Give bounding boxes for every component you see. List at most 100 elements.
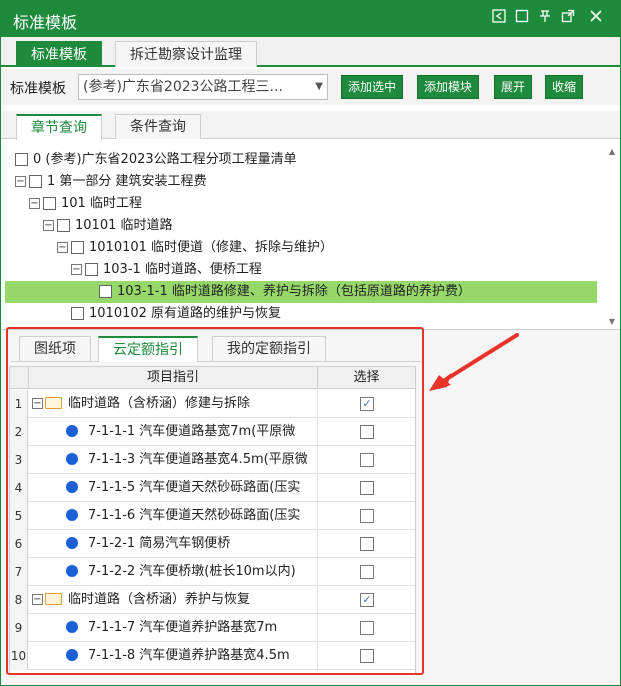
popout-icon[interactable] xyxy=(558,9,578,29)
select-checkbox[interactable] xyxy=(360,453,374,467)
tree-checkbox[interactable] xyxy=(57,219,70,232)
tab-cloud-quota-guide[interactable]: 云定额指引 xyxy=(98,336,198,362)
row-cell-item: 7-1-1-1 汽车便道路基宽7m(平原微 xyxy=(28,418,317,446)
collapse-icon[interactable]: − xyxy=(43,220,54,231)
collapse-icon[interactable]: − xyxy=(29,198,40,209)
tree-node[interactable]: − 101 临时工程 xyxy=(29,193,142,215)
quota-bullet-icon xyxy=(66,536,78,549)
tab-standard-template[interactable]: 标准模板 xyxy=(16,41,102,67)
tree-checkbox[interactable] xyxy=(29,175,42,188)
select-checkbox[interactable] xyxy=(360,481,374,495)
tree-node[interactable]: − 103-1 临时道路、便桥工程 xyxy=(71,259,262,281)
table-row[interactable]: 3 7-1-1-3 汽车便道路基宽4.5m(平原微 xyxy=(10,446,415,474)
table-row[interactable]: 10 7-1-1-8 汽车便道养护路基宽4.5m xyxy=(10,642,415,670)
window-title: 标准模板 xyxy=(13,13,78,32)
maximize-icon[interactable] xyxy=(512,9,532,29)
scroll-up-icon[interactable]: ▲ xyxy=(606,147,618,157)
table-row[interactable]: 2 7-1-1-1 汽车便道路基宽7m(平原微 xyxy=(10,418,415,446)
row-number: 6 xyxy=(10,530,28,558)
table-row[interactable]: 1 − 临时道路（含桥涵）修建与拆除 ✓ xyxy=(10,390,415,418)
toolbar: 标准模板 (参考)广东省2023公路工程三... ▼ 添加选中 添加模块 展开 … xyxy=(1,69,620,105)
expand-button[interactable]: 展开 xyxy=(494,75,533,99)
tab-chapter-query[interactable]: 章节查询 xyxy=(16,114,102,140)
template-label: 标准模板 xyxy=(10,81,66,97)
tree-scrollbar[interactable]: ▲ ▼ xyxy=(606,147,618,327)
tree-node[interactable]: − 1 第一部分 建筑安装工程费 xyxy=(15,171,207,193)
select-checkbox[interactable] xyxy=(360,425,374,439)
collapse-icon[interactable]: − xyxy=(57,242,68,253)
collapse-icon[interactable]: − xyxy=(32,594,43,605)
row-number: 2 xyxy=(10,418,28,446)
close-icon[interactable] xyxy=(586,9,606,29)
tree-node[interactable]: 0 (参考)广东省2023公路工程分项工程量清单 xyxy=(15,149,297,171)
select-checkbox[interactable] xyxy=(360,565,374,579)
tab-demolition-survey[interactable]: 拆迁勘察设计监理 xyxy=(115,41,257,67)
collapse-icon[interactable]: − xyxy=(71,264,82,275)
row-cell-select xyxy=(317,446,415,474)
add-module-button[interactable]: 添加模块 xyxy=(417,75,480,99)
column-header-select[interactable]: 选择 xyxy=(317,367,415,389)
select-checkbox[interactable] xyxy=(360,509,374,523)
template-select-value: (参考)广东省2023公路工程三... xyxy=(83,79,283,95)
row-cell-item: 7-1-1-5 汽车便道天然砂砾路面(压实 xyxy=(28,474,317,502)
row-cell-item: 7-1-1-7 汽车便道养护路基宽7m xyxy=(28,614,317,642)
table-row[interactable]: 9 7-1-1-7 汽车便道养护路基宽7m xyxy=(10,614,415,642)
row-cell-item: 7-1-1-6 汽车便道天然砂砾路面(压实 xyxy=(28,502,317,530)
tab-drawing-items[interactable]: 图纸项 xyxy=(19,336,91,361)
row-text: 7-1-1-7 汽车便道养护路基宽7m xyxy=(88,620,278,635)
tree-checkbox[interactable] xyxy=(71,241,84,254)
row-text: 7-1-1-3 汽车便道路基宽4.5m(平原微 xyxy=(88,452,308,467)
select-checkbox[interactable]: ✓ xyxy=(360,593,374,607)
tree-node-selected[interactable]: 103-1-1 临时道路修建、养护与拆除（包括原道路的养护费） xyxy=(5,281,597,303)
tree-checkbox[interactable] xyxy=(99,285,112,298)
tab-condition-query[interactable]: 条件查询 xyxy=(115,114,201,139)
tree-checkbox[interactable] xyxy=(85,263,98,276)
tab-my-quota-guide[interactable]: 我的定额指引 xyxy=(212,336,326,361)
dock-icon[interactable] xyxy=(489,9,509,29)
column-header-item[interactable]: 项目指引 xyxy=(28,367,317,389)
row-cell-select xyxy=(317,614,415,642)
table-row[interactable]: 8 − 临时道路（含桥涵）养护与恢复 ✓ xyxy=(10,586,415,614)
tree-checkbox[interactable] xyxy=(43,197,56,210)
row-number: 7 xyxy=(10,558,28,586)
chevron-down-icon: ▼ xyxy=(315,81,323,92)
table-row[interactable]: 5 7-1-1-6 汽车便道天然砂砾路面(压实 xyxy=(10,502,415,530)
pin-icon[interactable] xyxy=(535,9,555,29)
folder-icon xyxy=(45,592,62,605)
scroll-down-icon[interactable]: ▼ xyxy=(606,317,618,327)
add-selected-button[interactable]: 添加选中 xyxy=(341,75,404,99)
tree-node[interactable]: − 1010101 临时便道（修建、拆除与维护） xyxy=(57,237,333,259)
chapter-panel: 章节查询 条件查询 0 (参考)广东省2023公路工程分项工程量清单 −1 第一… xyxy=(1,105,620,327)
tree-node-label: 10101 临时道路 xyxy=(75,218,173,233)
row-cell-item: 7-1-2-2 汽车便桥墩(桩长10m以内) xyxy=(28,558,317,586)
row-text: 7-1-1-5 汽车便道天然砂砾路面(压实 xyxy=(88,480,301,495)
tree-node-label: 1 第一部分 建筑安装工程费 xyxy=(47,174,207,189)
row-number: 1 xyxy=(10,390,28,418)
main-tab-strip: 标准模板 拆迁勘察设计监理 xyxy=(1,37,620,67)
chapter-tab-strip: 章节查询 条件查询 xyxy=(1,111,620,140)
tree-checkbox[interactable] xyxy=(71,307,84,320)
folder-icon xyxy=(45,396,62,409)
collapse-icon[interactable]: − xyxy=(32,398,43,409)
quota-guide-grid: 项目指引 选择 1 − 临时道路（含桥涵）修建与拆除 ✓ 2 7-1-1-1 汽车… xyxy=(9,366,416,674)
tree-checkbox[interactable] xyxy=(15,153,28,166)
select-checkbox[interactable] xyxy=(360,649,374,663)
row-number: 8 xyxy=(10,586,28,614)
row-cell-item: − 临时道路（含桥涵）修建与拆除 xyxy=(28,390,317,418)
tree-node[interactable]: 1010102 原有道路的维护与恢复 xyxy=(71,303,281,325)
row-cell-select xyxy=(317,474,415,502)
table-row[interactable]: 7 7-1-2-2 汽车便桥墩(桩长10m以内) xyxy=(10,558,415,586)
select-checkbox[interactable] xyxy=(360,537,374,551)
select-checkbox[interactable]: ✓ xyxy=(360,397,374,411)
row-cell-item: 7-1-1-3 汽车便道路基宽4.5m(平原微 xyxy=(28,446,317,474)
grid-header: 项目指引 选择 xyxy=(10,367,415,389)
select-checkbox[interactable] xyxy=(360,621,374,635)
table-row[interactable]: 4 7-1-1-5 汽车便道天然砂砾路面(压实 xyxy=(10,474,415,502)
row-cell-select xyxy=(317,642,415,670)
row-cell-select xyxy=(317,502,415,530)
collapse-button[interactable]: 收缩 xyxy=(545,75,584,99)
table-row[interactable]: 6 7-1-2-1 简易汽车钢便桥 xyxy=(10,530,415,558)
tree-node[interactable]: − 10101 临时道路 xyxy=(43,215,173,237)
template-select[interactable]: (参考)广东省2023公路工程三... ▼ xyxy=(78,74,328,100)
collapse-icon[interactable]: − xyxy=(15,176,26,187)
